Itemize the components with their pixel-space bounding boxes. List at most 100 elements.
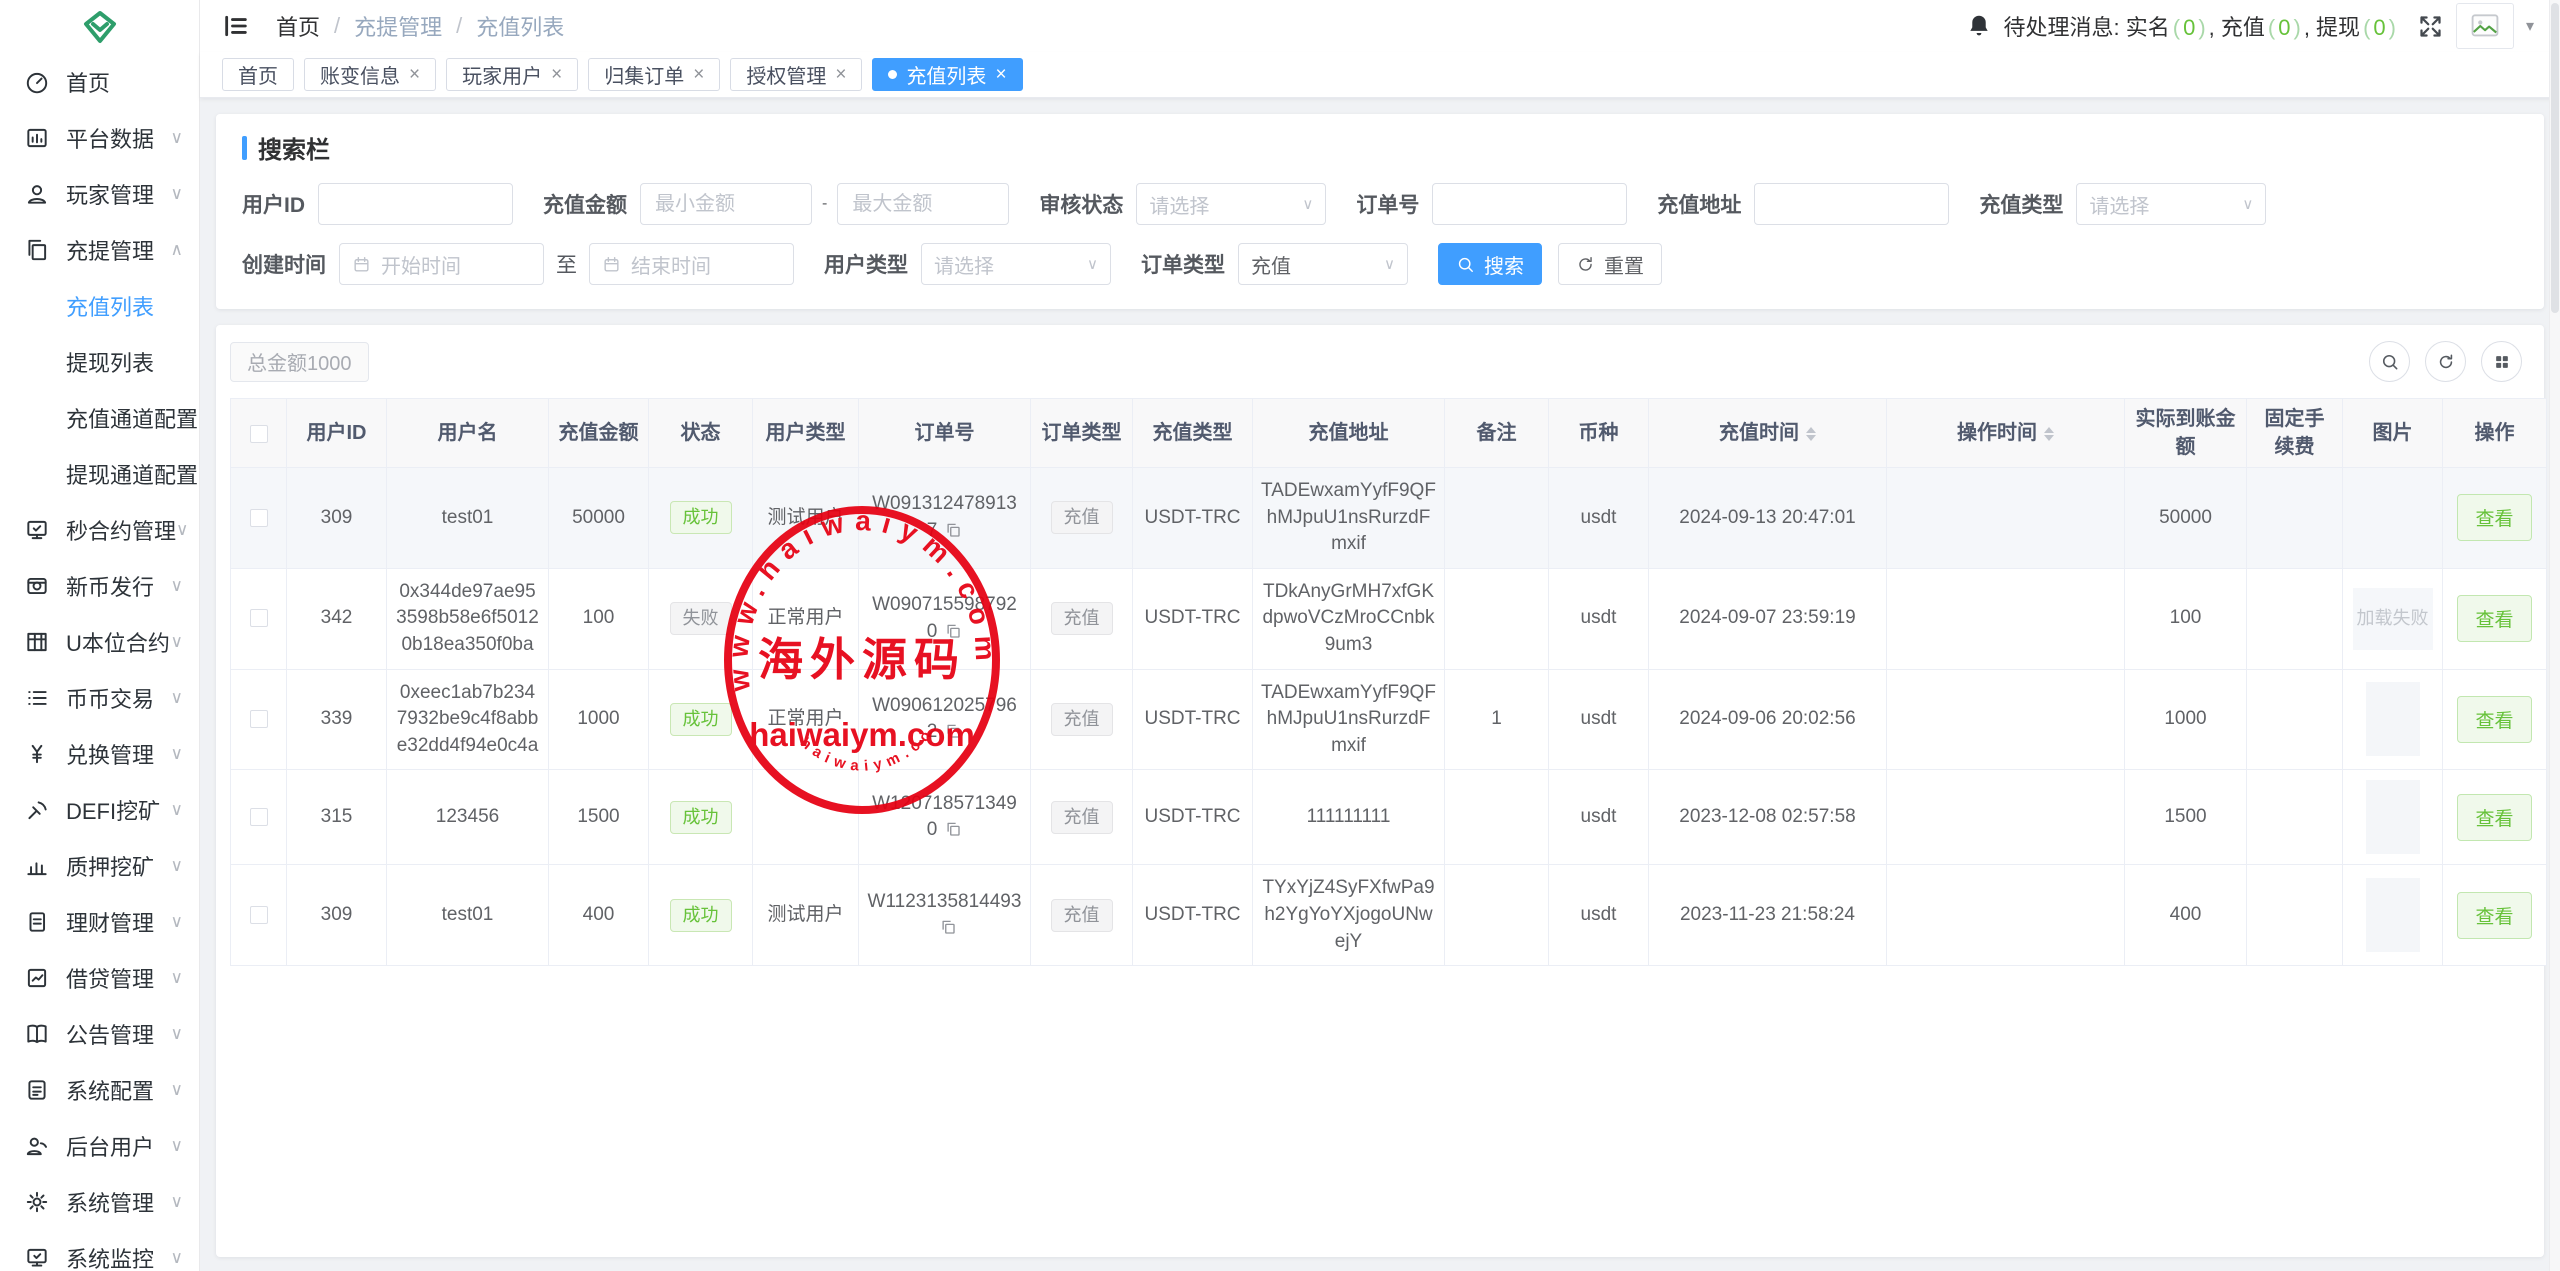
copy-icon[interactable]	[944, 820, 962, 838]
close-tab-icon[interactable]: ×	[835, 65, 846, 84]
col-operate_time: 操作时间	[1887, 399, 2125, 468]
copy-icon[interactable]	[944, 722, 962, 740]
sidebar-item-admin-users[interactable]: 后台用户∨	[0, 1118, 199, 1174]
page-scrollbar[interactable]	[2549, 0, 2560, 1271]
avatar[interactable]	[2456, 3, 2514, 49]
start-time-input[interactable]: 开始时间	[339, 243, 544, 285]
chevron-down-icon: ∨	[171, 912, 183, 932]
row-checkbox[interactable]	[250, 808, 268, 826]
breadcrumb-item[interactable]: 首页	[276, 10, 320, 42]
sidebar-item-second-contract[interactable]: 秒合约管理∨	[0, 502, 199, 558]
message-recharge[interactable]: 充值(0)	[2221, 15, 2304, 40]
sidebar-item-defi-mining[interactable]: DEFI挖矿∨	[0, 782, 199, 838]
cell-user_id: 315	[287, 770, 387, 865]
bell-icon[interactable]	[1966, 13, 1992, 39]
sidebar-item-system-config[interactable]: 系统配置∨	[0, 1062, 199, 1118]
sidebar-item-new-coin[interactable]: 新币发行∨	[0, 558, 199, 614]
sidebar-item-notice[interactable]: 公告管理∨	[0, 1006, 199, 1062]
reset-button[interactable]: 重置	[1558, 243, 1662, 285]
sidebar-item-exchange[interactable]: 兑换管理∨	[0, 726, 199, 782]
select-all-checkbox[interactable]	[250, 425, 268, 443]
search-button[interactable]: 搜索	[1438, 243, 1542, 285]
recharge-type-select[interactable]: 请选择 ∨	[2076, 183, 2266, 225]
sidebar-item-finance[interactable]: 理财管理∨	[0, 894, 199, 950]
image-thumbnail[interactable]	[2366, 878, 2420, 952]
sidebar-subitem-recharge-list[interactable]: 充值列表	[0, 278, 199, 334]
close-tab-icon[interactable]: ×	[693, 65, 704, 84]
column-settings-icon[interactable]	[2481, 341, 2522, 382]
close-tab-icon[interactable]: ×	[409, 65, 420, 84]
cell-user_id: 309	[287, 468, 387, 569]
sidebar-item-deposit-withdraw[interactable]: 充提管理∧	[0, 222, 199, 278]
sidebar-item-home[interactable]: 首页	[0, 54, 199, 110]
sysconfig-icon	[24, 1077, 50, 1103]
sidebar-subitem-withdraw-channel-config[interactable]: 提现通道配置	[0, 446, 199, 502]
tab-label: 归集订单	[604, 60, 684, 89]
cell-amount: 400	[549, 865, 649, 966]
pending-messages[interactable]: 待处理消息: 实名(0), 充值(0), 提现(0)	[2004, 10, 2399, 42]
lending-icon	[24, 965, 50, 991]
tab-authorization[interactable]: 授权管理×	[730, 58, 862, 91]
address-input[interactable]	[1754, 183, 1949, 225]
sort-icon[interactable]	[1806, 422, 1816, 446]
sidebar-item-coin-trade[interactable]: 币币交易∨	[0, 670, 199, 726]
view-button[interactable]: 查看	[2457, 794, 2531, 841]
table-search-icon[interactable]	[2369, 341, 2410, 382]
sidebar-subitem-withdraw-list[interactable]: 提现列表	[0, 334, 199, 390]
user-id-input[interactable]	[318, 183, 513, 225]
sidebar-item-u-contract[interactable]: U本位合约∨	[0, 614, 199, 670]
audit-status-select[interactable]: 请选择 ∨	[1136, 183, 1326, 225]
view-button[interactable]: 查看	[2457, 494, 2531, 541]
tab-account-changes[interactable]: 账变信息×	[304, 58, 436, 91]
sidebar-item-platform-data[interactable]: 平台数据∨	[0, 110, 199, 166]
image-thumbnail[interactable]	[2366, 682, 2420, 756]
tab-home[interactable]: 首页	[222, 58, 294, 91]
tab-player-users[interactable]: 玩家用户×	[446, 58, 578, 91]
view-button[interactable]: 查看	[2457, 892, 2531, 939]
close-tab-icon[interactable]: ×	[995, 65, 1006, 84]
order-type-select[interactable]: 充值 ∨	[1238, 243, 1408, 285]
calendar-icon	[602, 255, 621, 274]
cell-address: TADEwxamYyfF9QFhMJpuU1nsRurzdFmxif	[1253, 468, 1445, 569]
row-checkbox[interactable]	[250, 710, 268, 728]
copy-icon[interactable]	[939, 918, 957, 936]
copy-icon[interactable]	[944, 521, 962, 539]
chevron-down-icon[interactable]: ▾	[2526, 16, 2534, 36]
content: 搜索栏 用户ID 充值金额 - 审核状态	[200, 98, 2560, 1271]
table-refresh-icon[interactable]	[2425, 341, 2466, 382]
collapse-sidebar-icon[interactable]	[222, 12, 250, 40]
user-type-select[interactable]: 请选择 ∨	[921, 243, 1111, 285]
sort-icon[interactable]	[2044, 422, 2054, 446]
total-amount-button[interactable]: 总金额1000	[230, 342, 369, 382]
copy-icon[interactable]	[944, 622, 962, 640]
amount-min-input[interactable]	[640, 183, 812, 225]
sidebar-item-lending[interactable]: 借贷管理∨	[0, 950, 199, 1006]
sidebar-item-label: 质押挖矿	[66, 850, 154, 882]
cell-fixed_fee	[2247, 865, 2343, 966]
close-tab-icon[interactable]: ×	[551, 65, 562, 84]
scrollbar-thumb[interactable]	[2551, 3, 2559, 313]
row-checkbox[interactable]	[250, 906, 268, 924]
tab-collection-orders[interactable]: 归集订单 ×	[588, 58, 720, 91]
breadcrumb-separator: /	[456, 13, 462, 39]
sidebar-item-staking-mining[interactable]: 质押挖矿∨	[0, 838, 199, 894]
sidebar-subitem-recharge-channel-config[interactable]: 充值通道配置	[0, 390, 199, 446]
message-realname[interactable]: 实名(0)	[2126, 15, 2209, 40]
sidebar-item-system-monitor[interactable]: 系统监控∨	[0, 1230, 199, 1271]
view-button[interactable]: 查看	[2457, 696, 2531, 743]
fullscreen-icon[interactable]	[2417, 13, 2444, 40]
chevron-down-icon: ∨	[176, 520, 188, 540]
message-withdraw[interactable]: 提现(0)	[2316, 15, 2399, 40]
col-address: 充值地址	[1253, 399, 1445, 468]
order-no-input[interactable]	[1432, 183, 1627, 225]
sidebar-item-system-manage[interactable]: 系统管理∨	[0, 1174, 199, 1230]
row-checkbox[interactable]	[250, 609, 268, 627]
chevron-down-icon: ∨	[2242, 195, 2253, 213]
sidebar-item-player-manage[interactable]: 玩家管理∨	[0, 166, 199, 222]
image-thumbnail[interactable]	[2366, 780, 2420, 854]
amount-max-input[interactable]	[837, 183, 1009, 225]
row-checkbox[interactable]	[250, 509, 268, 527]
end-time-input[interactable]: 结束时间	[589, 243, 794, 285]
view-button[interactable]: 查看	[2457, 595, 2531, 642]
tab-recharge-list[interactable]: 充值列表×	[872, 58, 1022, 91]
